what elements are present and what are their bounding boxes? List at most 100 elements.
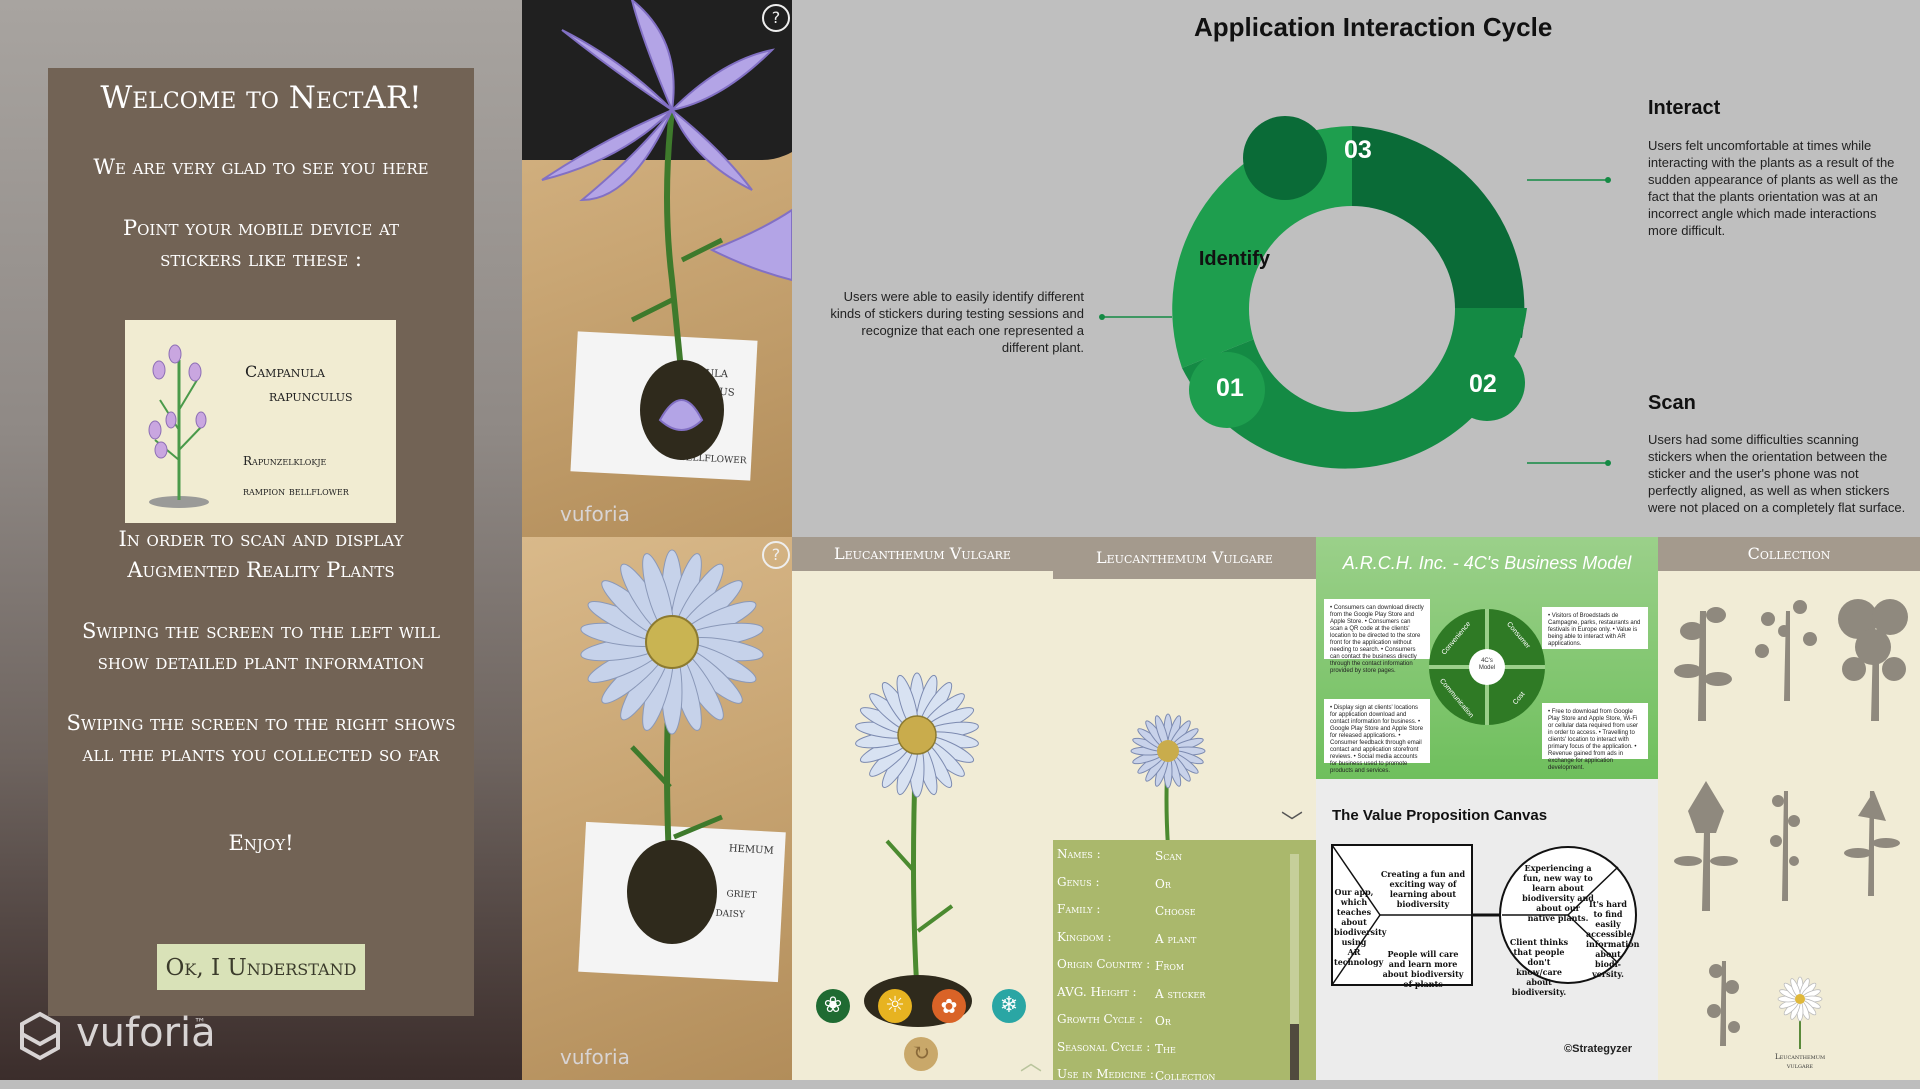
info-row-label: Kingdom : (1057, 929, 1112, 944)
brain-button[interactable]: ✿ (932, 989, 966, 1023)
info-row-label: Family : (1057, 902, 1101, 916)
four-c-center-label: 4C's Model (1478, 658, 1496, 671)
welcome-dialog: Welcome to NectAR! We are very glad to s… (48, 68, 474, 1016)
sun-button[interactable]: ☼ (878, 989, 912, 1023)
brain-icon: ✿ (940, 994, 958, 1018)
welcome-screen: Welcome to NectAR! We are very glad to s… (0, 0, 522, 1080)
vpc-pain-reliever-text: People will care and learn more about bi… (1382, 949, 1464, 989)
info-row-label: Origin Country : (1057, 957, 1151, 971)
daisy-view-screen: Leucanthemum Vulgare ❀ ☼ ✿ ❄ ↻ ︿ (792, 537, 1053, 1080)
info-row-value: A sticker (1155, 986, 1206, 1001)
card-communication: • Display sign at clients' locations for… (1324, 699, 1430, 774)
info-scrollbar-thumb[interactable] (1290, 1024, 1299, 1080)
sticker-common-name-2: rampion bellflower (243, 484, 349, 498)
sample-sticker: Campanula rapunculus Rapunzelklokje ramp… (125, 320, 396, 523)
card-cost: • Free to download from Google Play Stor… (1542, 703, 1648, 771)
strategyzer-icon: © (1564, 1043, 1573, 1055)
info-row: Family : Choose (1053, 897, 1293, 924)
info-row: Kingdom : A plant (1053, 925, 1293, 952)
info-row-value: Scan (1155, 849, 1183, 863)
info-row-label: AVG. Height : (1057, 984, 1137, 999)
help-icon-bottom[interactable]: ? (762, 541, 790, 569)
vpc-title: The Value Proposition Canvas (1332, 807, 1548, 824)
vuforia-logo: vuforia ™ (18, 1010, 216, 1070)
info-row-label: Growth Cycle : (1057, 1012, 1143, 1026)
info-row-value: Collection (1155, 1069, 1216, 1083)
sticker-name-line1: Campanula (245, 362, 325, 381)
info-row-value: From (1155, 959, 1185, 973)
plant-info-screen: Leucanthemum Vulgare ﹀ Names : Scan Genus … (1053, 537, 1316, 1083)
ar-lily-model (541, 0, 792, 460)
flower-button[interactable]: ❀ (816, 989, 850, 1023)
welcome-glad-text: We are very glad to see you here (93, 155, 429, 179)
snowflake-button[interactable]: ❄ (992, 989, 1026, 1023)
welcome-enjoy-text: Enjoy! (228, 831, 294, 855)
info-row-value: Or (1155, 1014, 1171, 1028)
collection-item-label-1: Leucanthemum (1774, 1053, 1826, 1061)
identify-text: Users were able to easily identify diffe… (830, 289, 1084, 355)
info-row-value: The (1155, 1041, 1176, 1056)
strategyzer-text: Strategyzer (1572, 1043, 1633, 1055)
info-row-label: Genus : (1057, 874, 1100, 889)
info-row-value: Choose (1155, 904, 1196, 918)
collection-grid (1674, 599, 1908, 1049)
info-row: Names : Scan (1053, 842, 1293, 869)
rotate-button[interactable]: ↻ (904, 1037, 938, 1071)
plant-info-table: Names : Scan Genus : Or Family : Choose Kingdo… (1053, 840, 1316, 1083)
vuforia-wordmark-bottom: vuforia (560, 1045, 630, 1069)
info-header: Leucanthemum Vulgare (1053, 537, 1316, 579)
ar-daisy-model (580, 549, 764, 944)
sticker-common-name-1: Rapunzelklokje (243, 454, 327, 468)
info-daisy-image (1130, 713, 1206, 847)
campanula-illustration (148, 344, 209, 508)
ar-photo-lily: ULA ULUS BELLFLOWER ? vuforia (522, 0, 792, 537)
strategyzer-brand: ©Strategyzer (1564, 1043, 1632, 1055)
business-title: A.R.C.H. Inc. - 4C's Business Model (1342, 553, 1632, 573)
card-convenience: • Consumers can download directly from t… (1324, 599, 1430, 674)
card-consumer: • Visitors of Broedstads de Campagne, pa… (1542, 607, 1648, 649)
info-row: Genus : Or (1053, 870, 1293, 897)
scan-text: Users had some difficulties scanning sti… (1648, 432, 1906, 515)
interaction-cycle-slide: Application Interaction Cycle 03 02 01 I… (792, 0, 1920, 537)
welcome-scan-text: In order to scan and display Augmented R… (118, 527, 404, 582)
info-row: Use in Medicine : Collection (1053, 1062, 1293, 1089)
help-icon[interactable]: ? (762, 4, 790, 32)
collection-header: Collection (1658, 537, 1920, 571)
vpc-product-text: Our app, which teaches about biodiversit… (1334, 887, 1387, 967)
info-row: Seasonal Cycle : The (1053, 1035, 1293, 1062)
chevron-up-icon[interactable]: ︿ (1020, 1045, 1042, 1077)
identify-heading: Identify (1198, 248, 1270, 270)
interact-heading: Interact (1648, 97, 1721, 119)
flower-icon: ❀ (823, 993, 843, 1018)
info-row-value: Or (1155, 876, 1171, 891)
info-row: Origin Country : From (1053, 952, 1293, 979)
ar-photo-daisy: HEMUM GRIET DAISY ? vuforia (522, 537, 792, 1080)
info-row-label: Seasonal Cycle : (1057, 1039, 1151, 1054)
vpc-jobs-text: Client thinks that people don't know/car… (1509, 937, 1569, 997)
info-scrollbar[interactable] (1290, 854, 1299, 1080)
vpc-gain-creator-text: Creating a fun and exciting way of learn… (1380, 869, 1466, 909)
ok-understand-button[interactable]: Ok, I Understand (157, 944, 365, 990)
vpc-gains-text: Experiencing a fun, new way to learn abo… (1522, 863, 1594, 923)
welcome-swipe-right-text: Swiping the screen to the right shows al… (66, 711, 456, 766)
interact-text: Users felt uncomfortable at times while … (1648, 138, 1899, 238)
sun-icon: ☼ (885, 993, 905, 1018)
info-row-label: Use in Medicine : (1057, 1067, 1154, 1081)
info-row-label: Names : (1057, 847, 1101, 861)
info-row-value: A plant (1155, 931, 1197, 946)
daisy-header: Leucanthemum Vulgare (792, 537, 1053, 571)
sticker-name-line2: rapunculus (269, 386, 353, 405)
rotate-icon: ↻ (911, 1041, 931, 1066)
welcome-swipe-left-text: Swiping the screen to the left will show… (82, 619, 440, 674)
vuforia-wordmark-top: vuforia (560, 502, 630, 526)
vuforia-cube-icon (20, 1011, 60, 1061)
welcome-title: Welcome to NectAR! (100, 80, 422, 116)
collection-item-label-2: vulgare (1786, 1062, 1814, 1070)
chevron-down-icon[interactable]: ﹀ (1281, 805, 1303, 837)
value-proposition-slide: The Value Proposition Canvas Our app, wh… (1316, 779, 1658, 1080)
collection-screen: Collection Leucanthemum vulgare (1658, 537, 1920, 1080)
vuforia-tm: ™ (194, 1016, 206, 1030)
business-model-slide: A.R.C.H. Inc. - 4C's Business Model • Co… (1316, 537, 1658, 779)
scan-heading: Scan (1648, 392, 1696, 414)
welcome-point-text: Point your mobile device at stickers lik… (122, 216, 399, 271)
